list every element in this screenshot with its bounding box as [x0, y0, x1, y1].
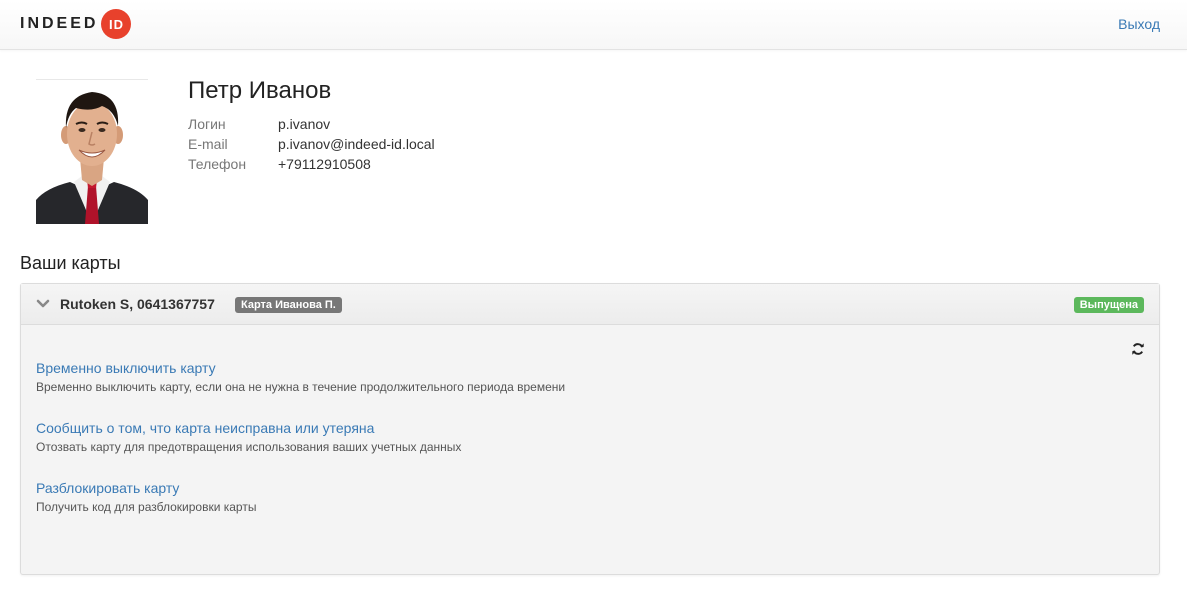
info-row-email: E-mail p.ivanov@indeed-id.local	[188, 134, 435, 154]
unblock-card-link[interactable]: Разблокировать карту	[36, 480, 256, 496]
info-row-phone: Телефон +79112910508	[188, 154, 435, 174]
refresh-icon[interactable]	[1131, 342, 1145, 356]
logo-badge: ID	[101, 9, 132, 39]
indeed-id-logo[interactable]: INDEED ID	[20, 9, 132, 39]
login-label: Логин	[188, 116, 226, 132]
action-report-card: Сообщить о том, что карта неисправна или…	[36, 420, 461, 454]
logout-link[interactable]: Выход	[1118, 16, 1160, 32]
user-avatar	[36, 79, 148, 224]
card-header[interactable]: Rutoken S, 0641367757 Карта Иванова П. В…	[21, 284, 1159, 325]
card-status-badge: Выпущена	[1073, 297, 1144, 313]
disable-card-link[interactable]: Временно выключить карту	[36, 360, 565, 376]
cards-section-title: Ваши карты	[20, 253, 121, 273]
disable-card-description: Временно выключить карту, если она не ну…	[36, 380, 566, 394]
user-full-name: Петр Иванов	[188, 77, 332, 104]
chevron-down-icon[interactable]	[36, 297, 50, 311]
top-navbar: INDEED ID Выход	[0, 0, 1187, 50]
action-disable-card: Временно выключить карту Временно выключ…	[36, 360, 565, 394]
login-value: p.ivanov	[278, 116, 331, 132]
avatar-photo	[36, 80, 148, 224]
info-row-login: Логин p.ivanov	[188, 114, 435, 134]
card-panel: Rutoken S, 0641367757 Карта Иванова П. В…	[20, 283, 1160, 575]
email-label: E-mail	[188, 136, 228, 152]
report-card-description: Отозвать карту для предотвращения исполь…	[36, 440, 462, 454]
user-info: Логин p.ivanov E-mail p.ivanov@indeed-id…	[188, 114, 435, 174]
card-title: Rutoken S, 0641367757	[60, 296, 215, 312]
action-unblock-card: Разблокировать карту Получить код для ра…	[36, 480, 256, 514]
phone-value: +79112910508	[278, 156, 371, 172]
email-value: p.ivanov@indeed-id.local	[278, 136, 435, 152]
unblock-card-description: Получить код для разблокировки карты	[36, 500, 257, 514]
report-card-link[interactable]: Сообщить о том, что карта неисправна или…	[36, 420, 461, 436]
card-owner-label: Карта Иванова П.	[235, 297, 342, 313]
logo-text: INDEED	[20, 15, 99, 32]
phone-label: Телефон	[188, 156, 247, 172]
